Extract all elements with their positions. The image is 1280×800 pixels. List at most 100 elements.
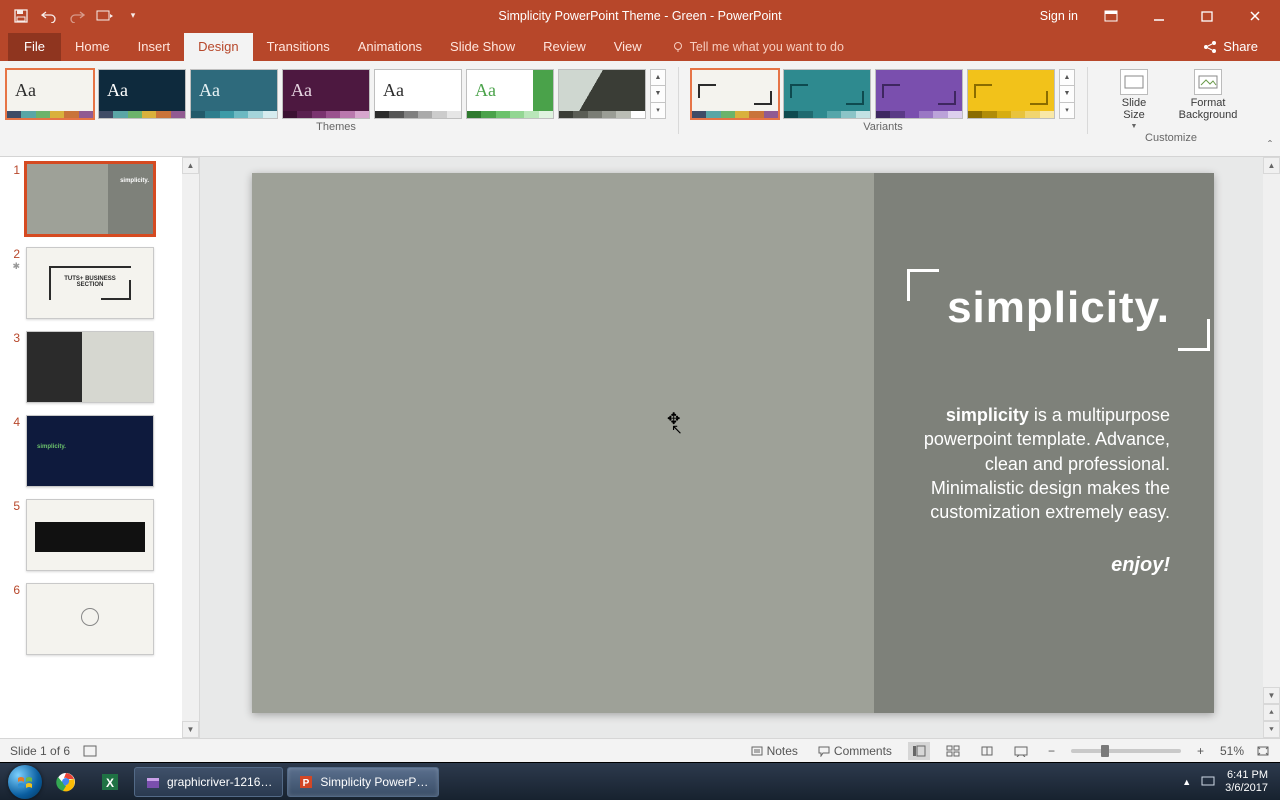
gallery-more-spinner[interactable]: ▲▼▾ xyxy=(1059,69,1075,119)
chrome-pinned-icon[interactable] xyxy=(46,767,86,797)
canvas-scrollbar[interactable]: ▲ ▼ ⯅ ⯆ xyxy=(1263,157,1280,738)
slide-thumbnail[interactable]: 6 xyxy=(0,577,199,661)
slide-thumbnail[interactable]: 3 xyxy=(0,325,199,409)
theme-swatch[interactable]: Aa xyxy=(374,69,462,119)
share-label: Share xyxy=(1223,39,1258,54)
qat-more-icon[interactable]: ▾ xyxy=(124,7,142,25)
tab-design[interactable]: Design xyxy=(184,33,252,61)
tab-transitions[interactable]: Transitions xyxy=(253,33,344,61)
tab-home[interactable]: Home xyxy=(61,33,124,61)
comments-button[interactable]: Comments xyxy=(814,744,896,758)
tab-insert[interactable]: Insert xyxy=(124,33,185,61)
variants-gallery: ▲▼▾ xyxy=(691,65,1075,119)
zoom-slider[interactable] xyxy=(1071,749,1181,753)
taskbar-item-winrar[interactable]: graphicriver-1216… xyxy=(134,767,283,797)
slide-thumbnail[interactable]: 1simplicity. xyxy=(0,157,199,241)
zoom-percent[interactable]: 51% xyxy=(1220,744,1244,758)
variant-swatch[interactable] xyxy=(875,69,963,119)
taskbar-item-label: graphicriver-1216… xyxy=(167,775,272,789)
theme-swatch[interactable]: Aa xyxy=(190,69,278,119)
gallery-spin-btn[interactable]: ▼ xyxy=(1060,86,1074,102)
theme-swatch[interactable] xyxy=(558,69,646,119)
theme-swatch[interactable]: Aa xyxy=(6,69,94,119)
scroll-track[interactable] xyxy=(182,174,199,721)
tab-view[interactable]: View xyxy=(600,33,656,61)
gallery-spin-btn[interactable]: ▼ xyxy=(651,86,665,102)
thumbnails-scrollbar[interactable]: ▲ ▼ xyxy=(182,157,199,738)
signin-link[interactable]: Sign in xyxy=(1040,9,1078,23)
thumbnail-number: 2✱ xyxy=(8,247,20,319)
tell-me-search[interactable]: Tell me what you want to do xyxy=(662,34,854,61)
titlebar: ▾ Simplicity PowerPoint Theme - Green - … xyxy=(0,0,1280,31)
slide-size-button[interactable]: Slide Size ▼ xyxy=(1100,67,1168,130)
scroll-up-icon[interactable]: ▲ xyxy=(1263,157,1280,174)
gallery-spin-btn[interactable]: ▲ xyxy=(651,70,665,86)
format-background-button[interactable]: Format Background xyxy=(1174,67,1242,130)
theme-swatch[interactable]: Aa xyxy=(466,69,554,119)
undo-icon[interactable] xyxy=(40,7,58,25)
start-button[interactable] xyxy=(8,765,42,799)
scroll-down-icon[interactable]: ▼ xyxy=(182,721,199,738)
ribbon-display-options-icon[interactable] xyxy=(1096,0,1126,31)
spellcheck-icon[interactable] xyxy=(82,744,98,758)
tray-show-hidden-icon[interactable]: ▲ xyxy=(1182,777,1191,787)
tray-clock[interactable]: 6:41 PM 3/6/2017 xyxy=(1225,769,1268,793)
minimize-icon[interactable] xyxy=(1144,0,1174,31)
tray-action-center-icon[interactable] xyxy=(1201,776,1215,788)
zoom-slider-handle[interactable] xyxy=(1101,745,1109,757)
slide-thumbnail[interactable]: 4simplicity. xyxy=(0,409,199,493)
theme-swatch[interactable]: Aa xyxy=(282,69,370,119)
variant-swatch[interactable] xyxy=(967,69,1055,119)
gallery-spin-btn[interactable]: ▾ xyxy=(1060,103,1074,118)
group-divider xyxy=(1087,67,1088,134)
taskbar-item-powerpoint[interactable]: P Simplicity PowerP… xyxy=(287,767,439,797)
slideshow-view-icon[interactable] xyxy=(1010,742,1032,760)
variants-group-label: Variants xyxy=(691,121,1075,133)
gallery-spin-btn[interactable]: ▾ xyxy=(651,103,665,118)
thumbnail-preview xyxy=(26,331,154,403)
tab-slide-show[interactable]: Slide Show xyxy=(436,33,529,61)
theme-swatch[interactable]: Aa xyxy=(98,69,186,119)
windows-taskbar: X graphicriver-1216… P Simplicity PowerP… xyxy=(0,762,1280,800)
scroll-down-icon[interactable]: ▼ xyxy=(1263,687,1280,704)
zoom-out-icon[interactable]: − xyxy=(1044,744,1059,758)
scroll-up-icon[interactable]: ▲ xyxy=(182,157,199,174)
current-slide[interactable]: simplicity. simplicity is a multipurpose… xyxy=(252,173,1214,713)
thumbnail-preview: TUTS+ BUSINESS SECTION xyxy=(26,247,154,319)
variant-swatch[interactable] xyxy=(691,69,779,119)
status-bar: Slide 1 of 6 Notes Comments − + 51% xyxy=(0,738,1280,762)
thumbnail-number: 5 xyxy=(8,499,20,571)
gallery-spin-btn[interactable]: ▲ xyxy=(1060,70,1074,86)
close-icon[interactable] xyxy=(1240,0,1270,31)
start-from-beginning-icon[interactable] xyxy=(96,7,114,25)
slide-thumbnail[interactable]: 2✱TUTS+ BUSINESS SECTION xyxy=(0,241,199,325)
slide-thumbnail[interactable]: 5 xyxy=(0,493,199,577)
notes-icon xyxy=(751,745,763,757)
slide-canvas-area[interactable]: simplicity. simplicity is a multipurpose… xyxy=(200,157,1280,738)
slide-position: Slide 1 of 6 xyxy=(10,744,70,758)
save-icon[interactable] xyxy=(12,7,30,25)
zoom-in-icon[interactable]: + xyxy=(1193,744,1208,758)
tab-review[interactable]: Review xyxy=(529,33,600,61)
windows-logo-icon xyxy=(15,772,35,792)
notes-button[interactable]: Notes xyxy=(747,744,802,758)
prev-slide-icon[interactable]: ⯅ xyxy=(1263,704,1280,721)
themes-group-label: Themes xyxy=(6,121,666,133)
collapse-ribbon-icon[interactable]: ˆ xyxy=(1268,138,1272,152)
fit-to-window-icon[interactable] xyxy=(1256,745,1270,757)
share-button[interactable]: Share xyxy=(1185,33,1276,61)
tab-animations[interactable]: Animations xyxy=(344,33,436,61)
tray-time: 6:41 PM xyxy=(1225,769,1268,781)
maximize-icon[interactable] xyxy=(1192,0,1222,31)
gallery-more-spinner[interactable]: ▲▼▾ xyxy=(650,69,666,119)
reading-view-icon[interactable] xyxy=(976,742,998,760)
scroll-track[interactable] xyxy=(1263,174,1280,687)
next-slide-icon[interactable]: ⯆ xyxy=(1263,721,1280,738)
redo-icon[interactable] xyxy=(68,7,86,25)
slide-sorter-view-icon[interactable] xyxy=(942,742,964,760)
tab-file[interactable]: File xyxy=(8,33,61,61)
variant-swatch[interactable] xyxy=(783,69,871,119)
svg-text:P: P xyxy=(303,778,310,789)
excel-pinned-icon[interactable]: X xyxy=(90,767,130,797)
normal-view-icon[interactable] xyxy=(908,742,930,760)
